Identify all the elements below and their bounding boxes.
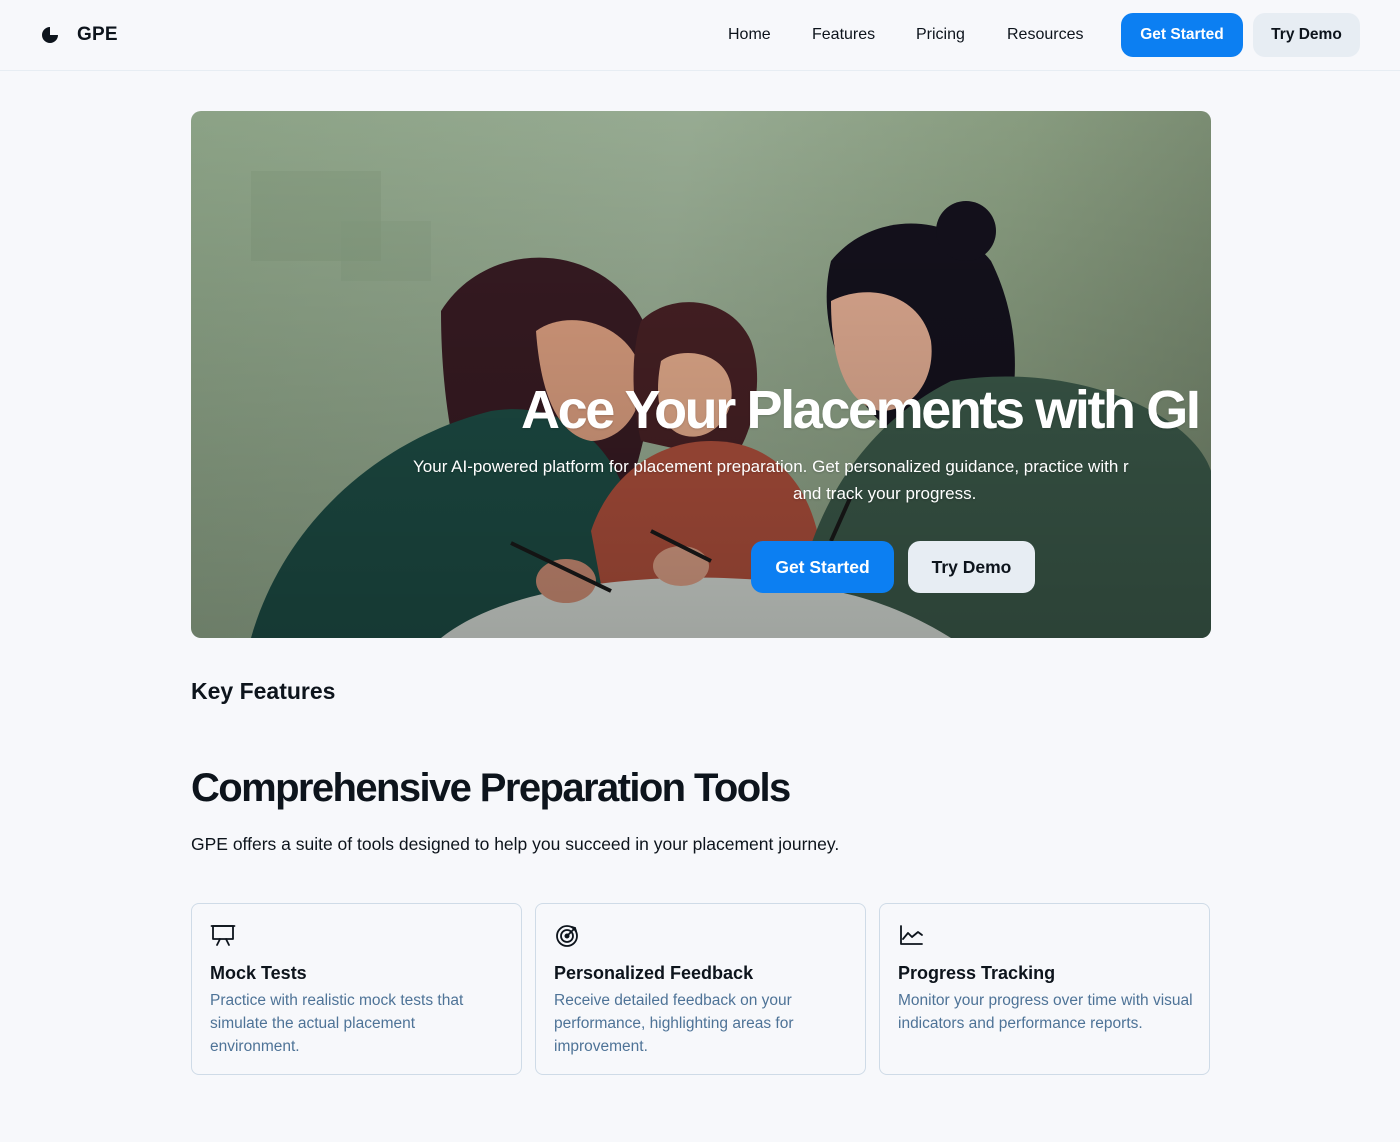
- nav-features[interactable]: Features: [812, 26, 875, 44]
- hero-banner: Ace Your Placements with GI Your AI-powe…: [191, 111, 1211, 638]
- line-chart-icon: [900, 925, 923, 945]
- feature-card-mock-tests: Mock Tests Practice with realistic mock …: [191, 903, 522, 1075]
- hero-subtitle-line-2: and track your progress.: [793, 484, 977, 503]
- top-navbar: GPE Home Features Pricing Resources Get …: [0, 0, 1400, 71]
- feature-card-description: Practice with realistic mock tests that …: [210, 992, 464, 1055]
- feature-card-title: Mock Tests: [210, 963, 307, 983]
- feature-card-description: Monitor your progress over time with vis…: [898, 992, 1193, 1032]
- nav-pricing[interactable]: Pricing: [916, 26, 965, 44]
- hero-title: Ace Your Placements with GI: [521, 380, 1201, 440]
- feature-card-title: Progress Tracking: [898, 963, 1056, 983]
- header-try-demo-button[interactable]: Try Demo: [1253, 13, 1360, 57]
- brand-name: GPE: [77, 24, 118, 45]
- feature-card-title: Personalized Feedback: [554, 963, 754, 983]
- section-subtitle: GPE offers a suite of tools designed to …: [191, 834, 840, 854]
- logo-icon: [42, 27, 58, 43]
- hero-get-started-button[interactable]: Get Started: [751, 541, 894, 593]
- header-get-started-button[interactable]: Get Started: [1121, 13, 1243, 57]
- feature-card-personalized-feedback: Personalized Feedback Receive detailed f…: [535, 903, 866, 1075]
- key-features-heading: Key Features: [191, 678, 336, 704]
- hero-try-demo-button[interactable]: Try Demo: [908, 541, 1035, 593]
- feature-card-progress-tracking: Progress Tracking Monitor your progress …: [879, 903, 1210, 1075]
- section-title: Comprehensive Preparation Tools: [191, 766, 791, 810]
- hero-subtitle: Your AI-powered platform for placement p…: [413, 453, 1211, 507]
- brand[interactable]: GPE: [41, 24, 118, 46]
- hero-subtitle-line-1: Your AI-powered platform for placement p…: [413, 457, 1129, 476]
- nav-resources[interactable]: Resources: [1007, 26, 1083, 44]
- hero-overlay: [191, 111, 1211, 638]
- nav-home[interactable]: Home: [728, 26, 771, 44]
- presentation-board-icon: [210, 925, 236, 946]
- feature-card-description: Receive detailed feedback on your perfor…: [554, 992, 794, 1055]
- target-icon: [556, 925, 578, 947]
